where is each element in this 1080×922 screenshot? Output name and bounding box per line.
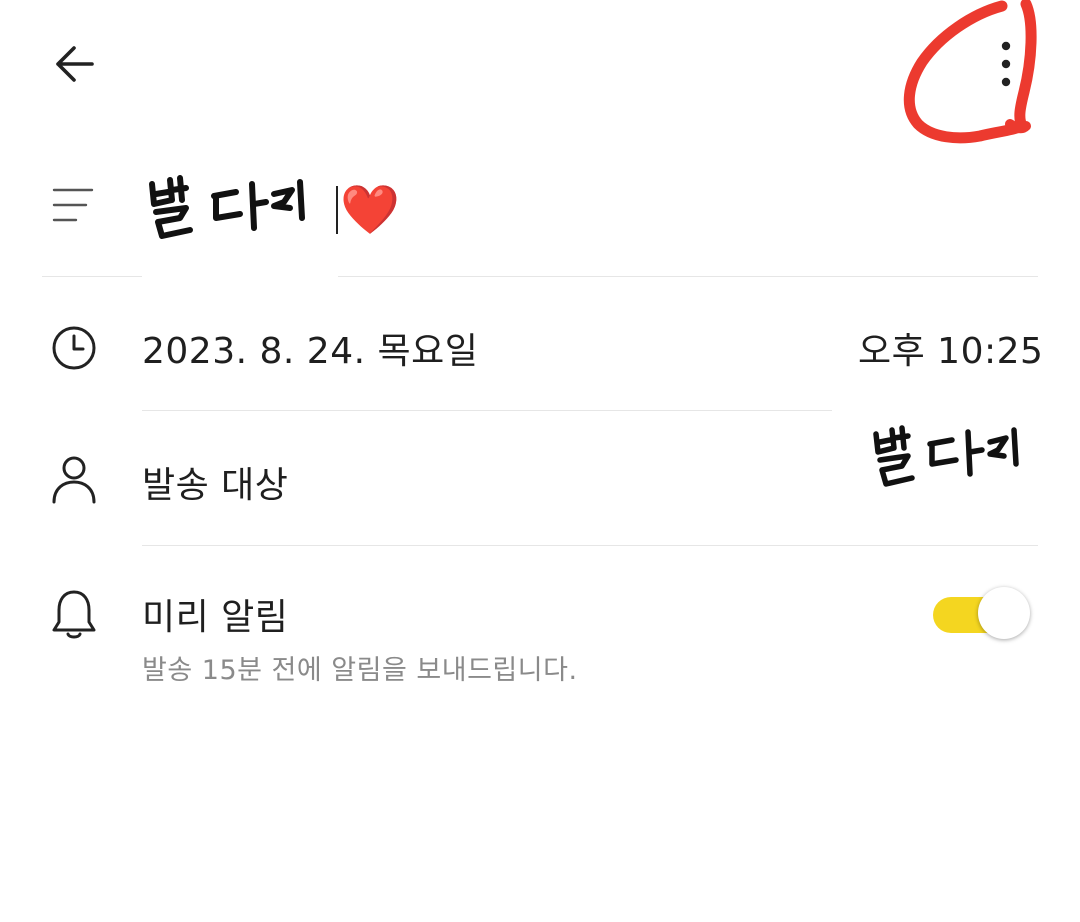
send-time[interactable]: 오후 10:25	[858, 322, 1043, 374]
reminder-toggle[interactable]	[930, 585, 1034, 645]
text-cursor	[336, 186, 338, 234]
send-target-label: 발송 대상	[142, 465, 289, 506]
toggle-thumb	[978, 587, 1030, 639]
handwritten-name-image	[149, 175, 305, 239]
vertical-dots-icon	[1001, 41, 1011, 87]
person-icon	[48, 454, 100, 506]
divider	[142, 545, 1038, 546]
clock-icon	[48, 322, 100, 374]
send-target-value-handwritten[interactable]	[868, 420, 1028, 500]
reminder-label: 미리 알림	[142, 597, 289, 638]
back-button[interactable]	[38, 28, 110, 100]
memo-title-field[interactable]: ❤️	[142, 160, 662, 260]
more-options-button[interactable]	[972, 28, 1040, 100]
heart-emoji: ❤️	[340, 182, 400, 238]
send-date[interactable]: 2023. 8. 24. 목요일	[142, 322, 478, 374]
arrow-left-icon	[56, 46, 94, 82]
list-lines-icon	[48, 180, 98, 230]
bell-icon	[48, 588, 100, 640]
reminder-description: 발송 15분 전에 알림을 보내드립니다.	[142, 655, 578, 686]
divider	[142, 410, 832, 411]
